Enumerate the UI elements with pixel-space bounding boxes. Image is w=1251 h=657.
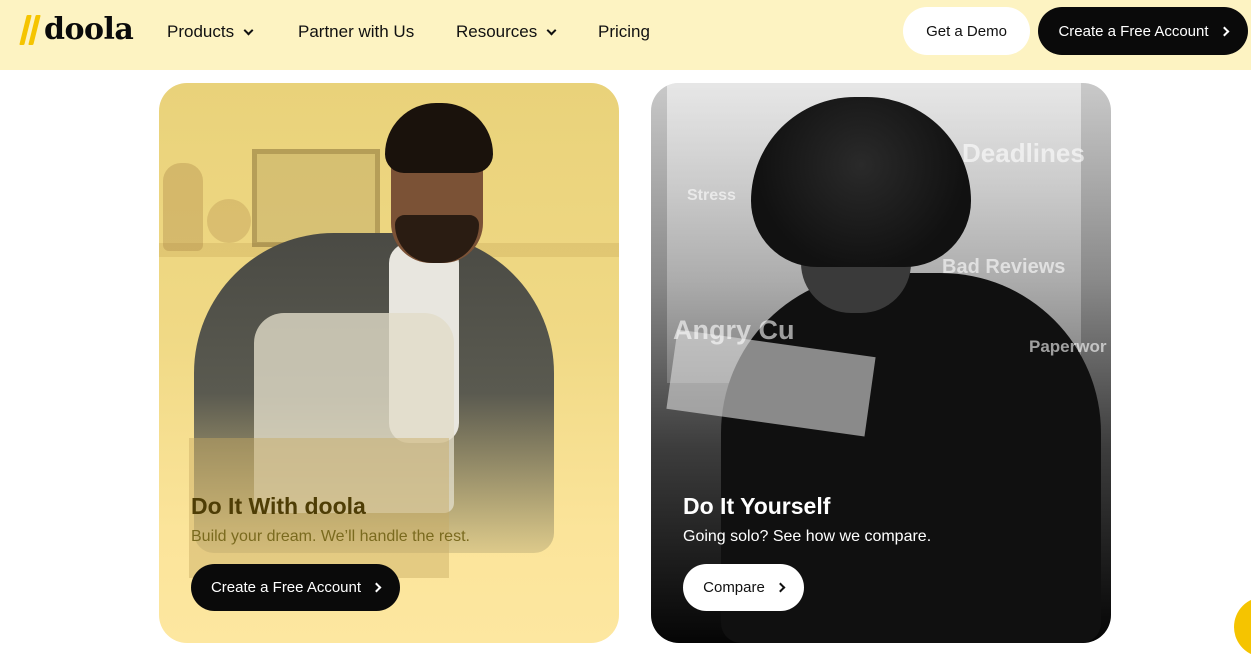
card-create-account-label: Create a Free Account <box>210 579 362 596</box>
card-do-it-yourself-title: Do It Yourself <box>683 493 831 519</box>
create-account-label: Create a Free Account <box>1058 22 1209 40</box>
chevron-right-icon <box>775 582 786 593</box>
compare-button[interactable]: Compare <box>683 564 804 611</box>
create-account-button[interactable]: Create a Free Account <box>1038 7 1248 55</box>
compare-label: Compare <box>703 579 765 596</box>
get-demo-button[interactable]: Get a Demo <box>903 7 1030 55</box>
top-nav: doola Products Partner with Us Resources… <box>0 0 1251 70</box>
card-do-it-yourself: Deadlines Stress Bad Reviews Angry Cu Pa… <box>651 83 1111 643</box>
floating-word-paperwork: Paperwor <box>1029 337 1107 356</box>
floating-word-angry: Angry Cu <box>673 315 795 345</box>
floating-word-stress: Stress <box>687 187 736 204</box>
nav-partner-label: Partner with Us <box>298 22 415 41</box>
chat-launcher-button[interactable] <box>1234 597 1251 657</box>
nav-resources[interactable]: Resources <box>456 20 557 44</box>
floating-word-deadlines: Deadlines <box>962 138 1085 168</box>
card-with-doola-subtitle: Build your dream. We’ll handle the rest. <box>191 528 470 545</box>
chevron-right-icon <box>1219 26 1229 36</box>
card-create-account-button[interactable]: Create a Free Account <box>191 564 400 611</box>
nav-partner[interactable]: Partner with Us <box>298 20 414 44</box>
get-demo-label: Get a Demo <box>926 22 1007 40</box>
card-with-doola-title: Do It With doola <box>191 493 366 519</box>
nav-products[interactable]: Products <box>167 20 254 44</box>
floating-word-bad-reviews: Bad Reviews <box>942 256 1066 278</box>
logo-text: doola <box>44 12 134 47</box>
chevron-right-icon <box>371 582 382 593</box>
doola-logo[interactable]: doola <box>19 10 134 50</box>
nav-pricing-label: Pricing <box>598 22 650 41</box>
card-with-doola: Do It With doola Build your dream. We’ll… <box>159 83 619 643</box>
chevron-down-icon <box>546 25 557 35</box>
nav-pricing[interactable]: Pricing <box>598 20 650 44</box>
nav-products-label: Products <box>167 22 235 41</box>
chevron-down-icon <box>243 25 254 35</box>
logo-slash-icon <box>19 13 44 47</box>
card-do-it-yourself-subtitle: Going solo? See how we compare. <box>683 528 932 545</box>
nav-resources-label: Resources <box>456 22 538 41</box>
